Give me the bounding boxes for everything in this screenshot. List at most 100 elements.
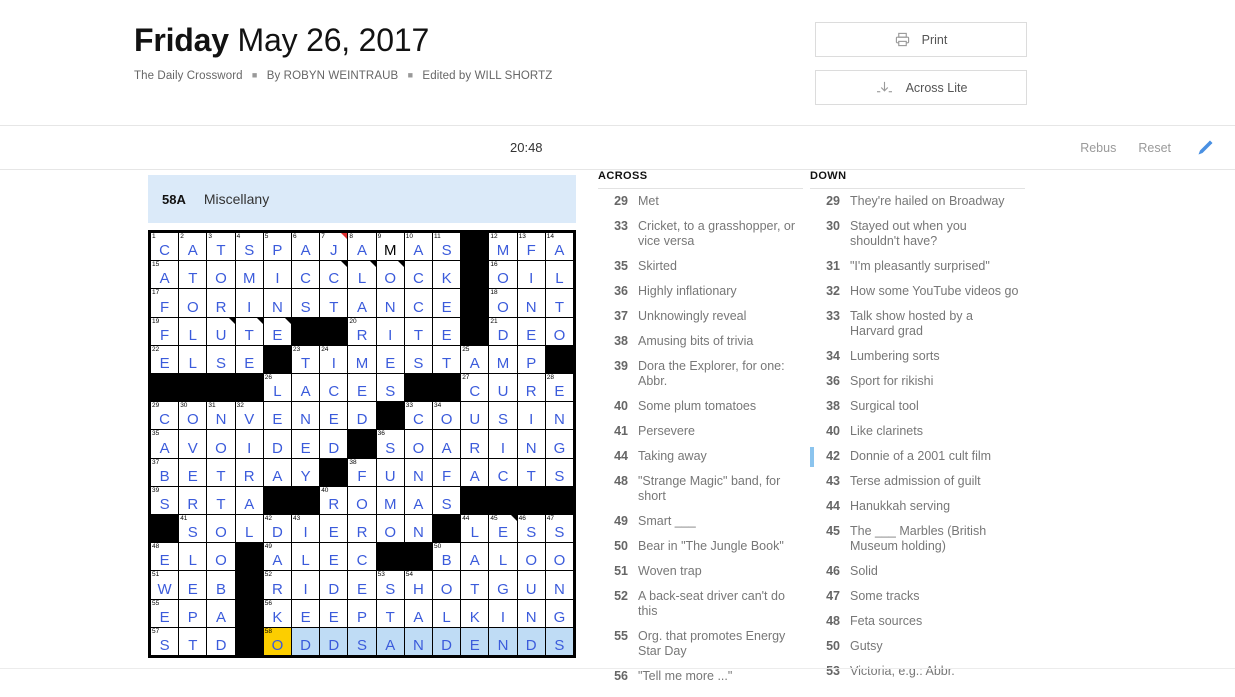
- grid-cell[interactable]: 33 C: [404, 402, 432, 430]
- grid-cell[interactable]: B: [207, 571, 235, 599]
- clue-row[interactable]: 29 They're hailed on Broadway: [810, 189, 1025, 214]
- grid-cell[interactable]: T: [207, 486, 235, 515]
- grid-cell[interactable]: 38 F: [348, 458, 376, 486]
- grid-cell[interactable]: 57 S: [151, 627, 179, 656]
- grid-cell[interactable]: 42 D: [263, 515, 291, 543]
- grid-cell[interactable]: L: [348, 261, 376, 289]
- grid-cell[interactable]: C: [292, 261, 320, 289]
- grid-cell[interactable]: C: [404, 289, 432, 317]
- clue-row[interactable]: 31 "I'm pleasantly surprised": [810, 254, 1025, 279]
- clue-row[interactable]: 41 Persevere: [598, 419, 803, 444]
- grid-cell[interactable]: 15 A: [151, 261, 179, 289]
- current-clue-banner[interactable]: 58A Miscellany: [148, 175, 576, 223]
- grid-cell[interactable]: E: [320, 543, 348, 571]
- grid-cell[interactable]: 29 C: [151, 402, 179, 430]
- grid-cell[interactable]: N: [545, 402, 573, 430]
- grid-cell[interactable]: P: [348, 599, 376, 627]
- grid-cell[interactable]: 49 A: [263, 543, 291, 571]
- grid-cell[interactable]: O: [376, 515, 404, 543]
- clue-row[interactable]: 53 Victoria, e.g.: Abbr.: [810, 659, 1025, 680]
- grid-cell[interactable]: 6A: [292, 233, 320, 261]
- grid-cell[interactable]: 50 B: [433, 543, 461, 571]
- grid-cell[interactable]: D: [348, 402, 376, 430]
- clue-row[interactable]: 35 Skirted: [598, 254, 803, 279]
- grid-cell[interactable]: O: [348, 486, 376, 515]
- grid-cell[interactable]: 14 A: [545, 233, 573, 261]
- clue-row[interactable]: 38 Surgical tool: [810, 394, 1025, 419]
- clue-row[interactable]: 36 Highly inflationary: [598, 279, 803, 304]
- grid-cell[interactable]: L: [489, 543, 517, 571]
- grid-cell[interactable]: 30 O: [179, 402, 207, 430]
- grid-cell[interactable]: 34 O: [433, 402, 461, 430]
- grid-cell[interactable]: 43 I: [292, 515, 320, 543]
- grid-cell[interactable]: 47 S: [545, 515, 573, 543]
- grid-cell[interactable]: A: [348, 289, 376, 317]
- grid-cell[interactable]: F: [433, 458, 461, 486]
- grid-cell[interactable]: 45 E: [489, 515, 517, 543]
- grid-cell[interactable]: A: [404, 486, 432, 515]
- clue-row[interactable]: 38 Amusing bits of trivia: [598, 329, 803, 354]
- grid-cell[interactable]: L: [179, 345, 207, 374]
- clue-row[interactable]: 52 A back-seat driver can't do this: [598, 584, 803, 624]
- clue-row[interactable]: 33 Talk show hosted by a Harvard grad: [810, 304, 1025, 344]
- grid-cell[interactable]: T: [517, 458, 545, 486]
- grid-cell[interactable]: 26 L: [263, 374, 291, 402]
- grid-cell[interactable]: T: [376, 599, 404, 627]
- grid-cell[interactable]: L: [292, 543, 320, 571]
- grid-cell[interactable]: 28 E: [545, 374, 573, 402]
- grid-cell[interactable]: A: [376, 627, 404, 656]
- grid-cell[interactable]: M: [235, 261, 263, 289]
- clue-row[interactable]: 44 Taking away: [598, 444, 803, 469]
- grid-cell[interactable]: 17 F: [151, 289, 179, 317]
- grid-cell[interactable]: Y: [292, 458, 320, 486]
- grid-cell[interactable]: D: [320, 627, 348, 656]
- grid-cell[interactable]: 32 V: [235, 402, 263, 430]
- grid-cell[interactable]: E: [179, 571, 207, 599]
- grid-cell[interactable]: 23 T: [292, 345, 320, 373]
- clue-row[interactable]: 48 "Strange Magic" band, for short: [598, 469, 803, 509]
- grid-cell[interactable]: M: [489, 345, 517, 374]
- grid-cell[interactable]: 51 W: [151, 571, 179, 599]
- grid-cell[interactable]: N: [404, 627, 432, 656]
- grid-cell[interactable]: D: [517, 627, 545, 656]
- grid-cell[interactable]: D: [207, 627, 235, 656]
- grid-cell[interactable]: 31 N: [207, 402, 235, 430]
- grid-cell[interactable]: A: [207, 599, 235, 627]
- grid-cell[interactable]: 13 F: [517, 233, 545, 261]
- clue-row[interactable]: 29 Met: [598, 189, 803, 214]
- clue-row[interactable]: 40 Some plum tomatoes: [598, 394, 803, 419]
- grid-cell[interactable]: E: [263, 317, 291, 345]
- grid-cell[interactable]: S: [348, 627, 376, 656]
- clue-row[interactable]: 34 Lumbering sorts: [810, 344, 1025, 369]
- clue-row[interactable]: 49 Smart ___: [598, 509, 803, 534]
- grid-cell[interactable]: T: [179, 627, 207, 656]
- grid-cell[interactable]: S: [292, 289, 320, 317]
- grid-cell[interactable]: E: [292, 599, 320, 627]
- grid-cell[interactable]: 39 S: [151, 486, 179, 515]
- grid-cell[interactable]: A: [461, 543, 489, 571]
- grid-cell[interactable]: 55 E: [151, 599, 179, 627]
- grid-cell[interactable]: O: [207, 430, 235, 458]
- grid-cell[interactable]: I: [517, 261, 545, 289]
- grid-cell[interactable]: K: [433, 261, 461, 289]
- grid-cell[interactable]: 52 R: [263, 571, 291, 599]
- grid-cell[interactable]: A: [263, 458, 291, 486]
- grid-cell[interactable]: 58 O: [263, 627, 291, 656]
- grid-cell[interactable]: R: [179, 486, 207, 515]
- grid-cell[interactable]: P: [517, 345, 545, 374]
- grid-cell[interactable]: E: [433, 289, 461, 317]
- grid-cell[interactable]: D: [320, 571, 348, 599]
- grid-cell[interactable]: E: [348, 571, 376, 599]
- grid-cell[interactable]: O: [179, 289, 207, 317]
- grid-cell[interactable]: 7J: [320, 233, 348, 261]
- grid-cell[interactable]: 48 E: [151, 543, 179, 571]
- grid-cell[interactable]: S: [376, 374, 404, 402]
- grid-cell[interactable]: 9M: [376, 233, 404, 261]
- grid-cell[interactable]: E: [179, 458, 207, 486]
- grid-cell[interactable]: 53 S: [376, 571, 404, 599]
- grid-cell[interactable]: U: [207, 317, 235, 345]
- timer[interactable]: 20:48: [510, 126, 543, 170]
- clue-row[interactable]: 30 Stayed out when you shouldn't have?: [810, 214, 1025, 254]
- clue-row[interactable]: 40 Like clarinets: [810, 419, 1025, 444]
- grid-cell[interactable]: S: [489, 402, 517, 430]
